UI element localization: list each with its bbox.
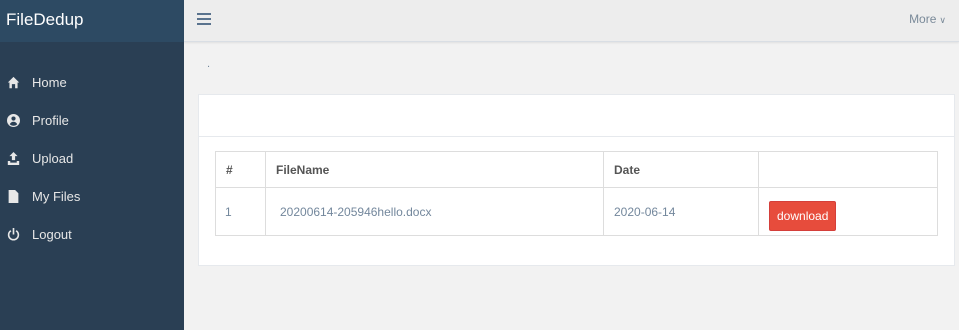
sidebar-item-label: Logout xyxy=(32,226,72,242)
power-icon xyxy=(6,227,20,241)
sidebar-item-my-files[interactable]: My Files xyxy=(0,177,184,215)
cell-filename: 20200614-205946hello.docx xyxy=(265,187,604,236)
home-icon xyxy=(6,75,20,89)
menu-toggle-icon[interactable] xyxy=(197,13,211,25)
sidebar-item-logout[interactable]: Logout xyxy=(0,215,184,253)
files-table: # FileName Date 1 20200614-205946hello.d… xyxy=(215,151,938,236)
column-header-action xyxy=(758,151,938,188)
sidebar: FileDedup Home Profile Upload My Files L… xyxy=(0,0,184,330)
more-label: More xyxy=(909,12,937,26)
top-nav: More ∨ xyxy=(184,0,959,42)
panel-header xyxy=(199,95,954,137)
brand-title[interactable]: FileDedup xyxy=(0,0,184,42)
sidebar-menu: Home Profile Upload My Files Logout xyxy=(0,63,184,253)
file-icon xyxy=(6,189,20,203)
sidebar-item-label: My Files xyxy=(32,188,81,204)
cell-number: 1 xyxy=(215,187,266,236)
page-title: . xyxy=(207,58,211,70)
column-header-date: Date xyxy=(603,151,759,188)
sidebar-item-label: Profile xyxy=(32,112,69,128)
sidebar-item-upload[interactable]: Upload xyxy=(0,139,184,177)
files-panel: # FileName Date 1 20200614-205946hello.d… xyxy=(198,94,955,266)
cell-date: 2020-06-14 xyxy=(603,187,759,236)
download-button[interactable]: download xyxy=(769,200,837,231)
chevron-down-icon: ∨ xyxy=(939,15,946,25)
sidebar-item-profile[interactable]: Profile xyxy=(0,101,184,139)
cell-action: download xyxy=(758,187,938,236)
table-row: 1 20200614-205946hello.docx 2020-06-14 d… xyxy=(215,187,938,236)
upload-icon xyxy=(6,151,20,165)
user-icon xyxy=(6,113,20,127)
table-header-row: # FileName Date xyxy=(215,151,938,188)
sidebar-item-label: Home xyxy=(32,74,67,90)
column-header-filename: FileName xyxy=(265,151,604,188)
sidebar-item-label: Upload xyxy=(32,150,74,166)
column-header-number: # xyxy=(215,151,266,188)
sidebar-item-home[interactable]: Home xyxy=(0,63,184,101)
more-dropdown[interactable]: More ∨ xyxy=(909,12,946,26)
